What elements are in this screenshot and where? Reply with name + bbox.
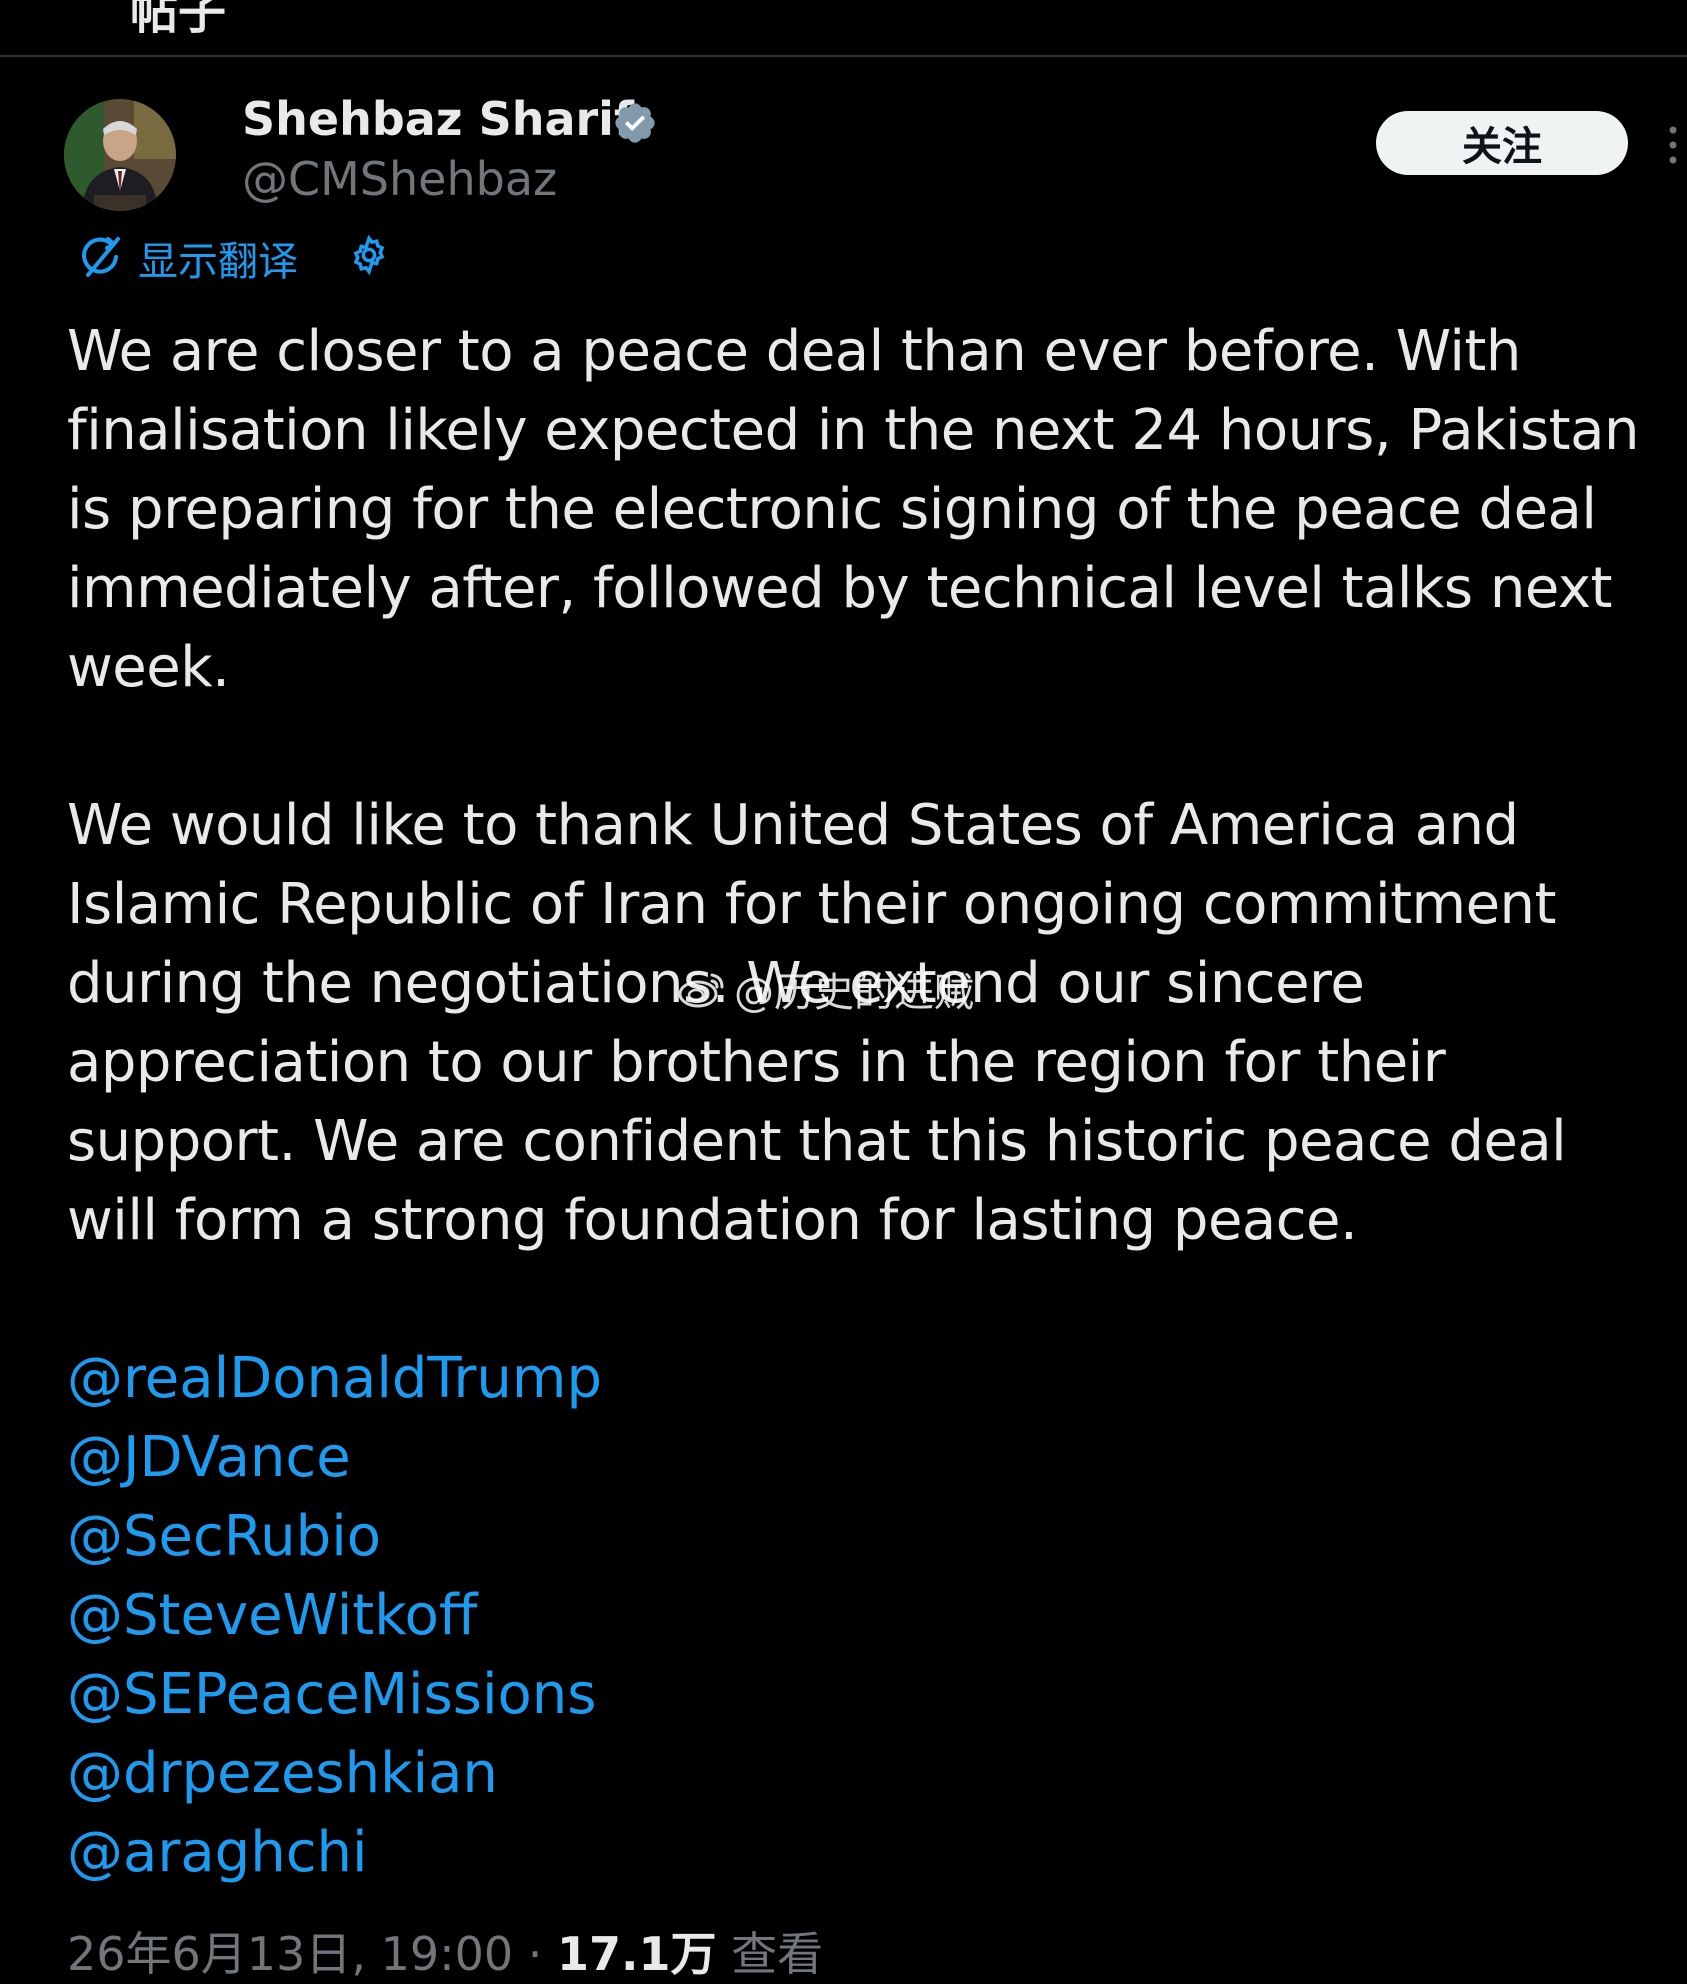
views-label: 查看 xyxy=(716,1927,824,1981)
mention-link[interactable]: @JDVance xyxy=(67,1418,602,1497)
page-title: 帖子 xyxy=(130,0,227,40)
text-line: We are closer to a peace deal than ever … xyxy=(67,319,1521,384)
top-bar: 帖子 xyxy=(0,0,1687,57)
post-timestamp[interactable]: 26年6月13日, 19:00 xyxy=(67,1927,513,1981)
post-paragraph-1: We are closer to a peace deal than ever … xyxy=(67,312,1677,707)
text-line: immediately after, followed by technical… xyxy=(67,556,1612,621)
text-line: finalisation likely expected in the next… xyxy=(67,398,1639,463)
text-line: appreciation to our brothers in the regi… xyxy=(67,1030,1446,1095)
watermark-text: @历史的进贼 xyxy=(734,970,974,1016)
show-translation-link[interactable]: 显示翻译 xyxy=(138,229,298,287)
mention-link[interactable]: @araghchi xyxy=(67,1813,602,1892)
translate-icon[interactable] xyxy=(80,235,124,279)
mention-list: @realDonaldTrump @JDVance @SecRubio @Ste… xyxy=(67,1339,602,1892)
avatar-photo xyxy=(64,99,176,211)
mention-link[interactable]: @SEPeaceMissions xyxy=(67,1655,602,1734)
text-line: support. We are confident that this hist… xyxy=(67,1109,1567,1174)
gear-icon[interactable] xyxy=(348,234,390,276)
text-line: Islamic Republic of Iran for their ongoi… xyxy=(67,872,1557,937)
author-name[interactable]: Shehbaz Sharif xyxy=(242,92,634,146)
text-line: We would like to thank United States of … xyxy=(67,793,1519,858)
verified-badge-icon xyxy=(615,103,655,143)
mention-link[interactable]: @SecRubio xyxy=(67,1497,602,1576)
post-meta: 26年6月13日, 19:00 · 17.1万 查看 xyxy=(67,1918,823,1984)
text-line: will form a strong foundation for lastin… xyxy=(67,1188,1358,1253)
text-line: is preparing for the electronic signing … xyxy=(67,477,1597,542)
more-options-icon[interactable] xyxy=(1668,125,1678,165)
watermark: @历史的进贼 xyxy=(678,960,974,1018)
post-paragraph-2: We would like to thank United States of … xyxy=(67,786,1677,1260)
avatar[interactable] xyxy=(64,99,176,211)
views-count: 17.1万 xyxy=(557,1927,717,1981)
text-line: week. xyxy=(67,635,230,700)
mention-link[interactable]: @SteveWitkoff xyxy=(67,1576,602,1655)
meta-separator: · xyxy=(513,1927,558,1981)
mention-link[interactable]: @realDonaldTrump xyxy=(67,1339,602,1418)
mention-link[interactable]: @drpezeshkian xyxy=(67,1734,602,1813)
weibo-icon xyxy=(678,973,724,1008)
follow-button[interactable]: 关注 xyxy=(1376,111,1628,175)
post-text: We are closer to a peace deal than ever … xyxy=(67,312,1677,1339)
author-handle[interactable]: @CMShehbaz xyxy=(242,152,557,206)
